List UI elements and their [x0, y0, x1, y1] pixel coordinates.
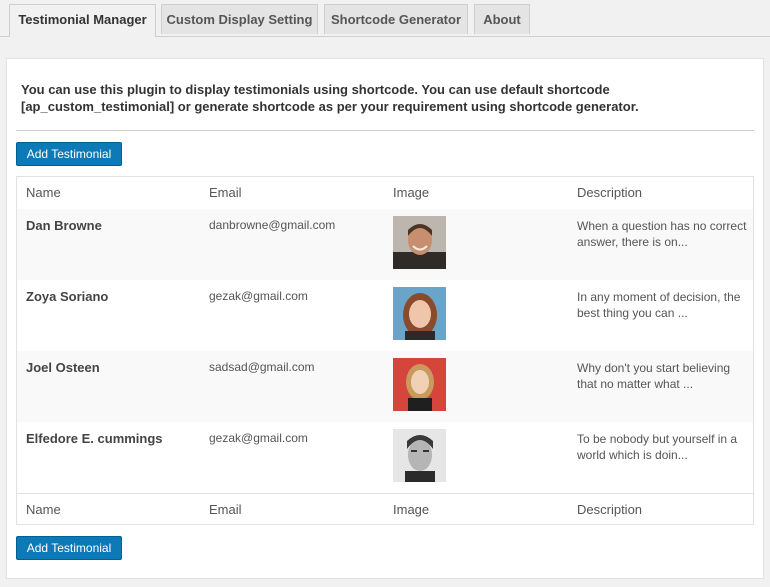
intro-text: You can use this plugin to display testi…	[21, 82, 639, 114]
column-footer-description: Description	[577, 502, 643, 517]
testimonial-name: Elfedore E. cummings	[26, 431, 163, 446]
column-footer-email: Email	[209, 502, 242, 517]
testimonial-table: Name Email Image Description Dan Browne …	[16, 176, 754, 525]
add-testimonial-button-top[interactable]: Add Testimonial	[16, 142, 122, 166]
photo-man-smiling	[393, 216, 446, 269]
table-footer: Name Email Image Description	[17, 494, 753, 526]
column-header-email: Email	[209, 185, 242, 200]
testimonial-email: gezak@gmail.com	[209, 431, 308, 445]
testimonial-name: Dan Browne	[26, 218, 102, 233]
tab-about[interactable]: About	[474, 4, 530, 34]
table-header: Name Email Image Description	[17, 177, 753, 210]
divider	[16, 130, 754, 131]
table-row: Zoya Soriano gezak@gmail.com In any mome…	[17, 280, 753, 351]
column-footer-name: Name	[26, 502, 61, 517]
testimonial-description: To be nobody but yourself in a world whi…	[577, 432, 738, 462]
testimonial-manager-panel: You can use this plugin to display testi…	[6, 58, 764, 579]
column-header-description: Description	[577, 185, 643, 200]
testimonial-email: gezak@gmail.com	[209, 289, 308, 303]
column-header-image: Image	[393, 185, 430, 200]
testimonial-name: Zoya Soriano	[26, 289, 109, 304]
table-row: Joel Osteen sadsad@gmail.com Why don't y…	[17, 351, 753, 422]
testimonial-description: In any moment of decision, the best thin…	[577, 290, 741, 320]
tab-shortcode-generator[interactable]: Shortcode Generator	[324, 4, 468, 34]
column-footer-image: Image	[393, 502, 430, 517]
testimonial-description: When a question has no correct answer, t…	[577, 219, 747, 249]
tab-custom-display-setting[interactable]: Custom Display Setting	[161, 4, 318, 34]
tab-bar: Testimonial Manager Custom Display Setti…	[0, 0, 770, 37]
photo-woman-auburn-hair	[393, 287, 446, 340]
table-row: Dan Browne danbrowne@gmail.com When a qu…	[17, 209, 753, 280]
testimonial-email: danbrowne@gmail.com	[209, 218, 336, 232]
tab-testimonial-manager[interactable]: Testimonial Manager	[9, 4, 156, 37]
testimonial-name: Joel Osteen	[26, 360, 100, 375]
testimonial-description: Why don't you start believing that no ma…	[577, 361, 731, 391]
column-header-name: Name	[26, 185, 61, 200]
testimonial-email: sadsad@gmail.com	[209, 360, 315, 374]
photo-man-black-white	[393, 429, 446, 482]
add-testimonial-button-bottom[interactable]: Add Testimonial	[16, 536, 122, 560]
photo-woman-red-background	[393, 358, 446, 411]
table-row: Elfedore E. cummings gezak@gmail.com To …	[17, 422, 753, 494]
